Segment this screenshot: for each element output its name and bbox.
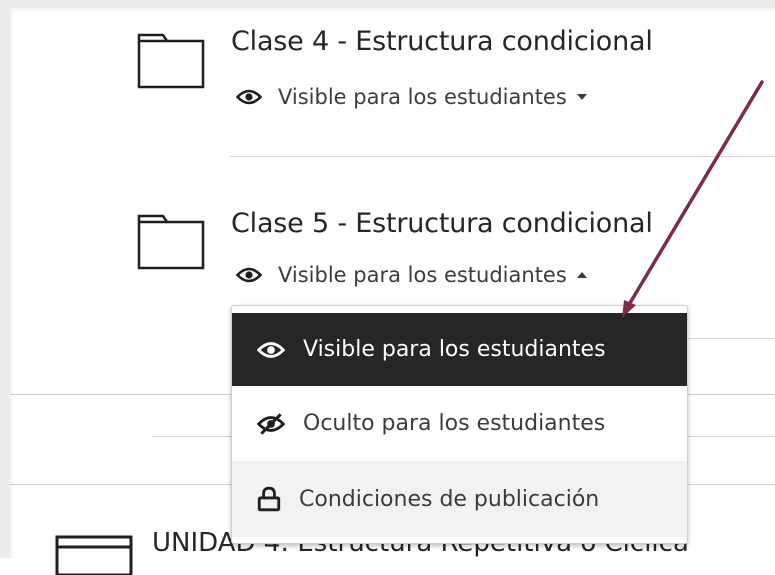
item-title-clase-4[interactable]: Clase 4 - Estructura condicional	[231, 26, 653, 57]
caret-up-icon	[576, 272, 587, 278]
eye-slash-icon	[257, 412, 285, 435]
divider	[230, 156, 775, 157]
item-title-clase-5[interactable]: Clase 5 - Estructura condicional	[231, 208, 653, 239]
option-hidden[interactable]: Oculto para los estudiantes	[232, 387, 687, 460]
eye-icon	[257, 341, 285, 358]
divider	[686, 338, 775, 339]
option-visible[interactable]: Visible para los estudiantes	[232, 313, 687, 386]
option-label: Oculto para los estudiantes	[303, 411, 606, 436]
visibility-toggle-clase-4[interactable]: Visible para los estudiantes	[236, 85, 587, 109]
option-label: Visible para los estudiantes	[303, 337, 606, 362]
caret-down-icon	[576, 94, 587, 100]
eye-icon	[236, 89, 262, 105]
option-label: Condiciones de publicación	[299, 486, 600, 512]
folder-icon	[137, 33, 205, 89]
visibility-label: Visible para los estudiantes	[278, 85, 567, 109]
visibility-toggle-clase-5[interactable]: Visible para los estudiantes	[236, 263, 587, 287]
eye-icon	[236, 267, 262, 283]
unit-folder-icon	[55, 535, 133, 575]
folder-icon	[137, 214, 205, 270]
option-release-conditions[interactable]: Condiciones de publicación	[232, 461, 687, 537]
lock-icon	[257, 486, 281, 512]
visibility-dropdown-menu: Visible para los estudiantes Oculto para…	[231, 305, 688, 544]
visibility-label: Visible para los estudiantes	[278, 263, 567, 287]
